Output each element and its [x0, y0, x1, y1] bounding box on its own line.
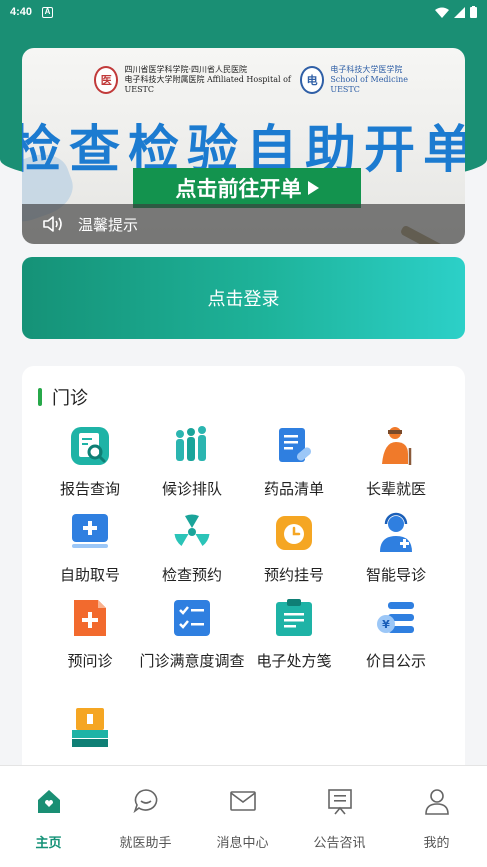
school-logo-icon: 电: [299, 66, 325, 94]
grid-item-label: 自助取号: [59, 566, 120, 584]
hospital-name-line2: 电子科技大学附属医院: [124, 75, 205, 84]
board-icon: [327, 789, 352, 815]
school-name-en: School of Medicine UESTC: [330, 75, 409, 94]
grid-item-self-ticket[interactable]: 自助取号: [35, 510, 145, 586]
tab-medical-assistant[interactable]: 就医助手: [97, 786, 194, 851]
grid-item-e-prescription[interactable]: 电子处方笺: [239, 596, 349, 672]
payment-machine-icon: [72, 708, 108, 747]
self-ticket-icon: [72, 514, 108, 548]
notice-text: 温馨提示: [78, 215, 139, 234]
chat-bubble-icon: [132, 789, 157, 814]
survey-checklist-icon: [174, 600, 210, 636]
grid-item-label: 候诊排队: [161, 480, 222, 498]
tab-announcements[interactable]: 公告咨讯: [291, 786, 388, 851]
school-name-cn: 电子科技大学医学院: [330, 65, 403, 74]
home-icon: [37, 790, 60, 813]
status-time: 4:40: [10, 6, 33, 18]
outpatient-panel: 门诊 报告查询 候诊排队 药品清单 长辈就医 自助取号 检查预约 预约挂号 智能…: [22, 366, 465, 776]
grid-item-satisfaction-survey[interactable]: 门诊满意度调查: [137, 596, 247, 672]
grid-item-label: 预问诊: [67, 652, 113, 670]
radiation-icon: [174, 514, 210, 546]
banner-logos: 医 四川省医学科学院·四川省人民医院 电子科技大学附属医院 Affiliated…: [94, 64, 424, 96]
grid-item-label: 门诊满意度调查: [139, 652, 245, 670]
grid-item-label: 药品清单: [263, 480, 324, 498]
banner-cta-label: 点击前往开单: [175, 177, 302, 201]
e-prescription-icon: [276, 599, 312, 636]
grid-item-label: 报告查询: [59, 480, 120, 498]
grid-item-report-query[interactable]: 报告查询: [35, 424, 145, 500]
speaker-icon: [43, 216, 62, 232]
tab-label: 我的: [423, 836, 450, 851]
play-arrow-icon: [307, 181, 319, 195]
alarm-clock-icon: [276, 516, 312, 550]
grid-item-exam-appointment[interactable]: 检查预约: [137, 510, 247, 586]
grid-item-payment-machine[interactable]: [35, 706, 145, 760]
grid-item-label: 检查预约: [161, 566, 222, 584]
grid-item-pre-consult[interactable]: 预问诊: [35, 596, 145, 672]
grid-item-elder-care[interactable]: 长辈就医: [341, 424, 451, 500]
grid-item-queue[interactable]: 候诊排队: [137, 424, 247, 500]
tab-home[interactable]: 主页: [0, 786, 97, 851]
tab-label: 就医助手: [119, 836, 172, 851]
bottom-tab-bar: 主页 就医助手 消息中心 公告咨讯 我的: [0, 765, 487, 867]
tab-mine[interactable]: 我的: [388, 786, 485, 851]
promo-banner[interactable]: 医 四川省医学科学院·四川省人民医院 电子科技大学附属医院 Affiliated…: [22, 48, 465, 244]
battery-icon: [470, 6, 477, 18]
tab-label: 主页: [35, 836, 62, 851]
login-button[interactable]: 点击登录: [22, 257, 465, 339]
wifi-icon: [435, 7, 449, 18]
pre-consult-icon: [74, 600, 106, 636]
signal-icon: [454, 6, 465, 18]
grid-item-medicine-list[interactable]: 药品清单: [239, 424, 349, 500]
grid-item-price-list[interactable]: ¥ 价目公示: [341, 596, 451, 672]
elder-care-icon: [382, 427, 412, 465]
title-accent-bar: [38, 388, 42, 406]
queue-icon: [176, 426, 206, 461]
section-title: 门诊: [38, 384, 88, 410]
price-list-icon: ¥: [377, 602, 414, 633]
headset-doctor-icon: [380, 512, 412, 552]
hospital-name: 四川省医学科学院·四川省人民医院 电子科技大学附属医院 Affiliated H…: [124, 65, 293, 95]
banner-cta-button[interactable]: 点击前往开单: [133, 168, 361, 208]
grid-item-label: 智能导诊: [365, 566, 426, 584]
mail-icon: [229, 791, 256, 811]
grid-item-label: 电子处方笺: [256, 652, 332, 670]
login-label: 点击登录: [207, 289, 280, 310]
grid-item-label: 长辈就医: [365, 480, 426, 498]
grid-item-label: 预约挂号: [263, 566, 324, 584]
user-icon: [424, 789, 449, 815]
hospital-logo-icon: 医: [94, 66, 119, 94]
medicine-list-icon: [279, 428, 312, 462]
status-bar: 4:40 A: [0, 0, 487, 24]
grid-item-appointment-register[interactable]: 预约挂号: [239, 510, 349, 586]
notice-bar[interactable]: 温馨提示: [22, 204, 465, 244]
tab-label: 消息中心: [216, 836, 269, 851]
school-name: 电子科技大学医学院 School of Medicine UESTC: [330, 65, 424, 95]
tab-label: 公告咨讯: [313, 836, 366, 851]
tab-message-center[interactable]: 消息中心: [194, 786, 291, 851]
report-search-icon: [71, 427, 109, 465]
grid-item-smart-guide[interactable]: 智能导诊: [341, 510, 451, 586]
status-icons: [435, 6, 477, 18]
hospital-name-line1: 四川省医学科学院·四川省人民医院: [124, 65, 248, 74]
notification-a-icon: A: [42, 6, 54, 18]
svg-text:¥: ¥: [382, 618, 390, 631]
section-title-text: 门诊: [52, 388, 88, 409]
grid-item-label: 价目公示: [365, 652, 426, 670]
